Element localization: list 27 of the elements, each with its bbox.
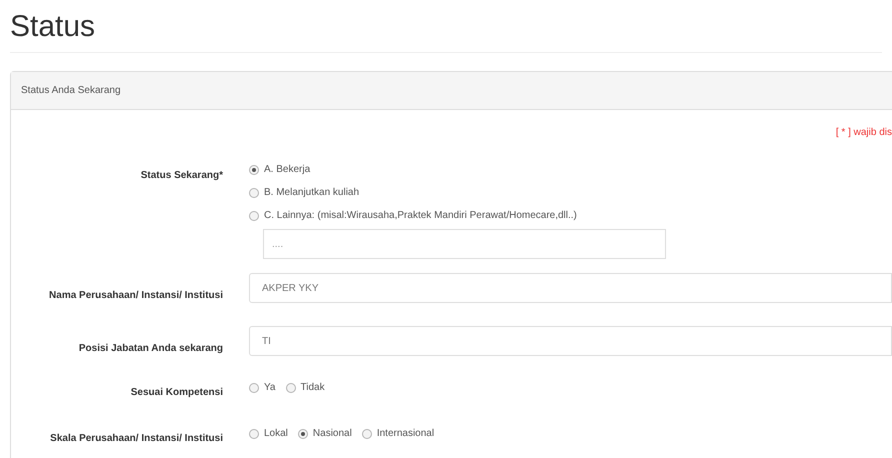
field-label: Status Sekarang* [140, 169, 223, 183]
option-label: Tidak [300, 381, 325, 395]
option-label: Nasional [312, 427, 352, 441]
text-input[interactable]: AKPER YKY [249, 273, 892, 303]
option-label: Lokal [264, 427, 288, 441]
required-note: [ * ] wajib dis [836, 126, 892, 140]
radio-button[interactable] [249, 428, 259, 438]
other-input[interactable]: .... [263, 229, 666, 259]
text-input[interactable]: TI [249, 326, 892, 356]
radio-button[interactable] [249, 164, 259, 174]
radio-button[interactable] [249, 188, 259, 198]
option-label: B. Melanjutkan kuliah [264, 186, 360, 200]
radio-button[interactable] [362, 428, 372, 438]
option-label: A. Bekerja [264, 163, 310, 177]
option-label: C. Lainnya: (misal:Wirausaha,Praktek Mandiri Perawat/Homecare,dll..) [264, 209, 577, 223]
radio-button[interactable] [249, 210, 259, 220]
radio-button[interactable] [298, 428, 308, 438]
radio-button[interactable] [286, 382, 296, 392]
field-label: Posisi Jabatan Anda sekarang [78, 342, 223, 356]
field-label: Nama Perusahaan/ Instansi/ Institusi [49, 289, 223, 303]
option-label: Internasional [376, 427, 434, 441]
panel-title: Status Anda Sekarang [21, 84, 121, 98]
radio-button[interactable] [249, 382, 259, 392]
option-label: Ya [264, 381, 276, 395]
page-title: Status [10, 10, 96, 44]
field-label: Skala Perusahaan/ Instansi/ Institusi [50, 432, 223, 446]
field-label: Sesuai Kompetensi [130, 386, 223, 400]
